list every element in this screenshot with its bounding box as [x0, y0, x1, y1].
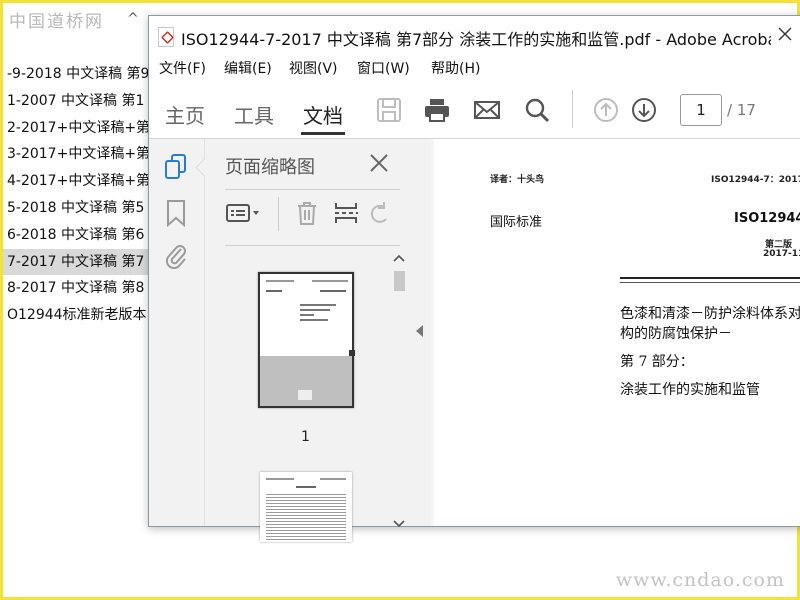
panel-divider: [225, 189, 400, 190]
file-list-item[interactable]: 6-2018 中文译稿 第6: [3, 222, 149, 249]
file-list-item[interactable]: -9-2018 中文译稿 第9: [3, 61, 149, 88]
menu-help[interactable]: 帮助(H): [431, 58, 480, 78]
email-icon[interactable]: [473, 96, 501, 124]
collapse-panel-strip[interactable]: [409, 139, 432, 526]
thumbnails-panel: 页面缩略图 1: [195, 139, 410, 542]
menu-edit[interactable]: 编辑(E): [224, 58, 272, 78]
doc-title-line2: 构的防腐蚀保护－: [620, 326, 732, 342]
doc-standard-label: 国际标准: [490, 215, 543, 230]
page-down-icon[interactable]: [630, 96, 658, 124]
watermark-bottom: www.cndao.com: [615, 569, 785, 591]
doc-title-line1: 色漆和清漆－防护涂料体系对: [620, 306, 800, 322]
navigation-rail: [149, 139, 204, 526]
close-panel-icon[interactable]: [367, 151, 391, 175]
tab-tools[interactable]: 工具: [234, 100, 274, 129]
background-header: 中国道桥网 ^: [7, 5, 147, 33]
main-toolbar: 主页 工具 文档 1 / 17: [149, 82, 800, 139]
toolbar-separator: [572, 90, 573, 128]
thumbnails-scrollbar[interactable]: [389, 251, 409, 529]
page-total: / 17: [727, 101, 756, 119]
doc-rule-thin: [620, 282, 800, 283]
page-thumbnails-icon[interactable]: [163, 153, 189, 181]
panel-title: 页面缩略图: [225, 157, 315, 178]
file-list-item[interactable]: 1-2007 中文译稿 第1: [3, 88, 149, 115]
bookmark-icon[interactable]: [165, 199, 187, 227]
tab-home[interactable]: 主页: [165, 100, 205, 129]
tab-document[interactable]: 文档: [303, 100, 343, 129]
page-thumbnail[interactable]: [260, 472, 352, 542]
window-title: ISO12944-7-2017 中文译稿 第7部分 涂装工作的实施和监管.pdf…: [181, 30, 771, 49]
insert-page-icon[interactable]: [332, 199, 360, 227]
file-list-item[interactable]: 4-2017+中文译稿+第4: [3, 168, 149, 195]
doc-standard-code: ISO12944-: [734, 211, 800, 226]
doc-translator: 译者：十头鸟: [490, 175, 545, 185]
pdf-file-icon: [158, 27, 174, 47]
scrollbar-thumb[interactable]: [394, 271, 405, 291]
close-window-icon[interactable]: [773, 22, 797, 46]
undo-icon[interactable]: [370, 199, 390, 227]
save-icon[interactable]: [375, 96, 403, 124]
menu-bar: 文件(F) 编辑(E) 视图(V) 窗口(W) 帮助(H): [149, 54, 800, 82]
attachment-icon[interactable]: [163, 241, 189, 269]
doc-subtitle: 涂装工作的实施和监管: [620, 382, 760, 398]
page-up-icon[interactable]: [592, 96, 620, 124]
title-bar: ISO12944-7-2017 中文译稿 第7部分 涂装工作的实施和监管.pdf…: [149, 16, 800, 54]
doc-header-right: ISO12944-7：2017 (中: [711, 175, 800, 185]
thumbnail-page-number: 1: [301, 429, 310, 445]
page-number-input[interactable]: 1: [680, 94, 722, 126]
scroll-up-icon[interactable]: [393, 253, 405, 263]
menu-view[interactable]: 视图(V): [289, 58, 338, 78]
menu-window[interactable]: 窗口(W): [357, 58, 410, 78]
scroll-down-icon[interactable]: [393, 519, 405, 529]
doc-rule: [620, 277, 800, 279]
doc-date: 2017-11: [763, 249, 800, 259]
file-list-item[interactable]: 5-2018 中文译稿 第5: [3, 195, 149, 222]
collapse-arrow-icon[interactable]: [416, 325, 423, 337]
document-view[interactable]: 译者：十头鸟 ISO12944-7：2017 (中 国际标准 ISO12944-…: [431, 139, 800, 526]
page-thumbnail[interactable]: [258, 272, 355, 408]
page-options-icon[interactable]: [225, 199, 265, 227]
delete-page-icon[interactable]: [293, 199, 321, 227]
file-list-item[interactable]: O12944标准新老版本: [3, 302, 149, 329]
file-list: -9-2018 中文译稿 第9 1-2007 中文译稿 第1 2-2017+中文译稿…: [3, 61, 149, 329]
file-list-item[interactable]: 8-2017 中文译稿 第8: [3, 275, 149, 302]
file-list-item[interactable]: 3-2017+中文译稿+第3: [3, 141, 149, 168]
file-list-item[interactable]: 2-2017+中文译稿+第2: [3, 115, 149, 142]
menu-file[interactable]: 文件(F): [159, 58, 206, 78]
acrobat-window: ISO12944-7-2017 中文译稿 第7部分 涂装工作的实施和监管.pdf…: [148, 15, 800, 542]
watermark-top: 中国道桥网: [9, 12, 104, 32]
doc-part: 第 7 部分：: [620, 354, 694, 370]
search-icon[interactable]: [523, 96, 551, 124]
panel-divider-2: [225, 245, 400, 246]
chevron-up-icon[interactable]: ^: [127, 11, 139, 27]
panel-toolbar-separator: [278, 197, 279, 231]
file-list-item[interactable]: 7-2017 中文译稿 第7: [3, 248, 149, 276]
pdf-page: 译者：十头鸟 ISO12944-7：2017 (中 国际标准 ISO12944-…: [434, 139, 800, 526]
print-icon[interactable]: [423, 96, 451, 124]
active-tab-indicator: [301, 132, 345, 135]
